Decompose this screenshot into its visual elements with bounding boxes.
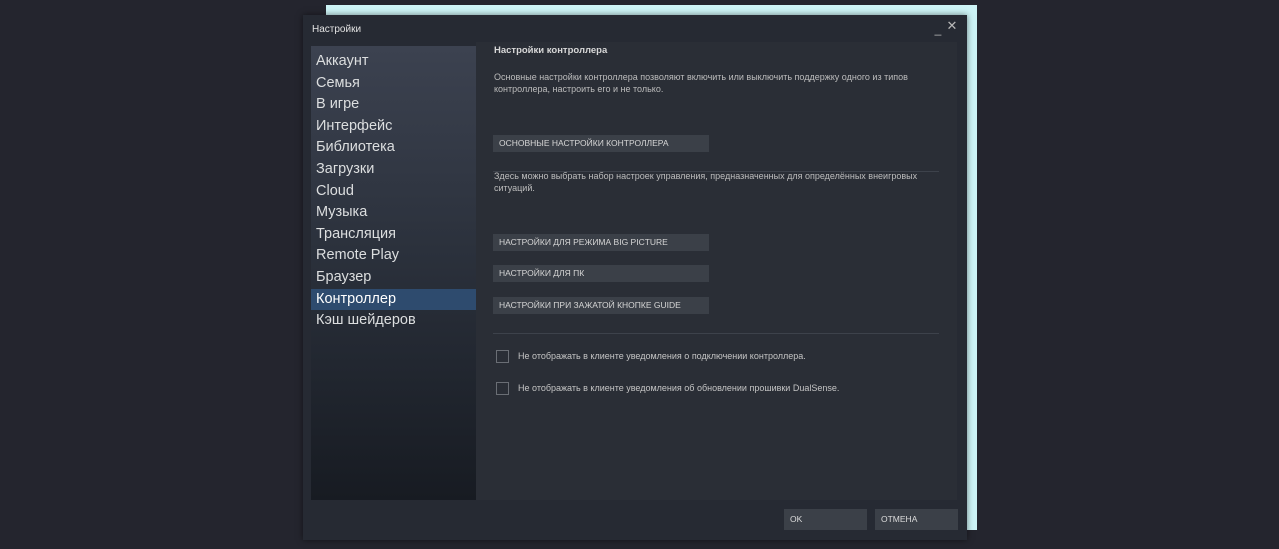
ok-button[interactable]: OK: [784, 509, 867, 530]
sidebar-item-account[interactable]: Аккаунт: [311, 51, 476, 73]
controller-settings-panel: Настройки контроллера Основные настройки…: [476, 42, 957, 500]
sidebar-item-cloud[interactable]: Cloud: [311, 181, 476, 203]
sidebar-item-broadcast[interactable]: Трансляция: [311, 224, 476, 246]
sidebar-item-music[interactable]: Музыка: [311, 202, 476, 224]
hide-firmware-notification-checkbox[interactable]: [496, 381, 509, 395]
sidebar-item-controller[interactable]: Контроллер: [311, 288, 476, 311]
sidebar-item-interface[interactable]: Интерфейс: [311, 116, 476, 138]
hide-firmware-notification-row[interactable]: Не отображать в клиенте уведомления об о…: [496, 381, 839, 395]
sidebar-item-in-game[interactable]: В игре: [311, 94, 476, 116]
close-icon[interactable]: ✕: [945, 18, 959, 34]
window-title: Настройки: [312, 24, 362, 35]
sidebar-item-browser[interactable]: Браузер: [311, 267, 476, 289]
settings-sidebar: Аккаунт Семья В игре Интерфейс Библиотек…: [311, 46, 476, 500]
sidebar-item-library[interactable]: Библиотека: [311, 137, 476, 159]
desktop-config-button[interactable]: НАСТРОЙКИ ДЛЯ ПК: [493, 265, 709, 282]
configs-description: Здесь можно выбрать набор настроек управ…: [494, 171, 918, 193]
minimize-icon[interactable]: _: [931, 21, 945, 37]
divider: [493, 333, 939, 334]
sidebar-item-family[interactable]: Семья: [311, 73, 476, 95]
sidebar-item-shader-cache[interactable]: Кэш шейдеров: [311, 310, 476, 332]
cancel-button[interactable]: ОТМЕНА: [875, 509, 958, 530]
guide-button-chord-config-button[interactable]: НАСТРОЙКИ ПРИ ЗАЖАТОЙ КНОПКЕ GUIDE: [493, 297, 709, 314]
hide-connect-notification-checkbox[interactable]: [496, 349, 509, 363]
hide-connect-notification-label: Не отображать в клиенте уведомления о по…: [518, 351, 806, 361]
sidebar-item-downloads[interactable]: Загрузки: [311, 159, 476, 181]
hide-firmware-notification-label: Не отображать в клиенте уведомления об о…: [518, 383, 840, 393]
sidebar-item-remote-play[interactable]: Remote Play: [311, 245, 476, 267]
basic-settings-description: Основные настройки контроллера позволяют…: [494, 72, 908, 94]
settings-window: Настройки _ ✕ Аккаунт Семья В игре Интер…: [303, 15, 967, 540]
section-title: Настройки контроллера: [494, 45, 608, 56]
general-controller-settings-button[interactable]: ОСНОВНЫЕ НАСТРОЙКИ КОНТРОЛЛЕРА: [493, 135, 709, 152]
big-picture-config-button[interactable]: НАСТРОЙКИ ДЛЯ РЕЖИМА BIG PICTURE: [493, 234, 709, 251]
title-bar[interactable]: Настройки _ ✕: [303, 15, 967, 42]
hide-connect-notification-row[interactable]: Не отображать в клиенте уведомления о по…: [496, 349, 806, 363]
